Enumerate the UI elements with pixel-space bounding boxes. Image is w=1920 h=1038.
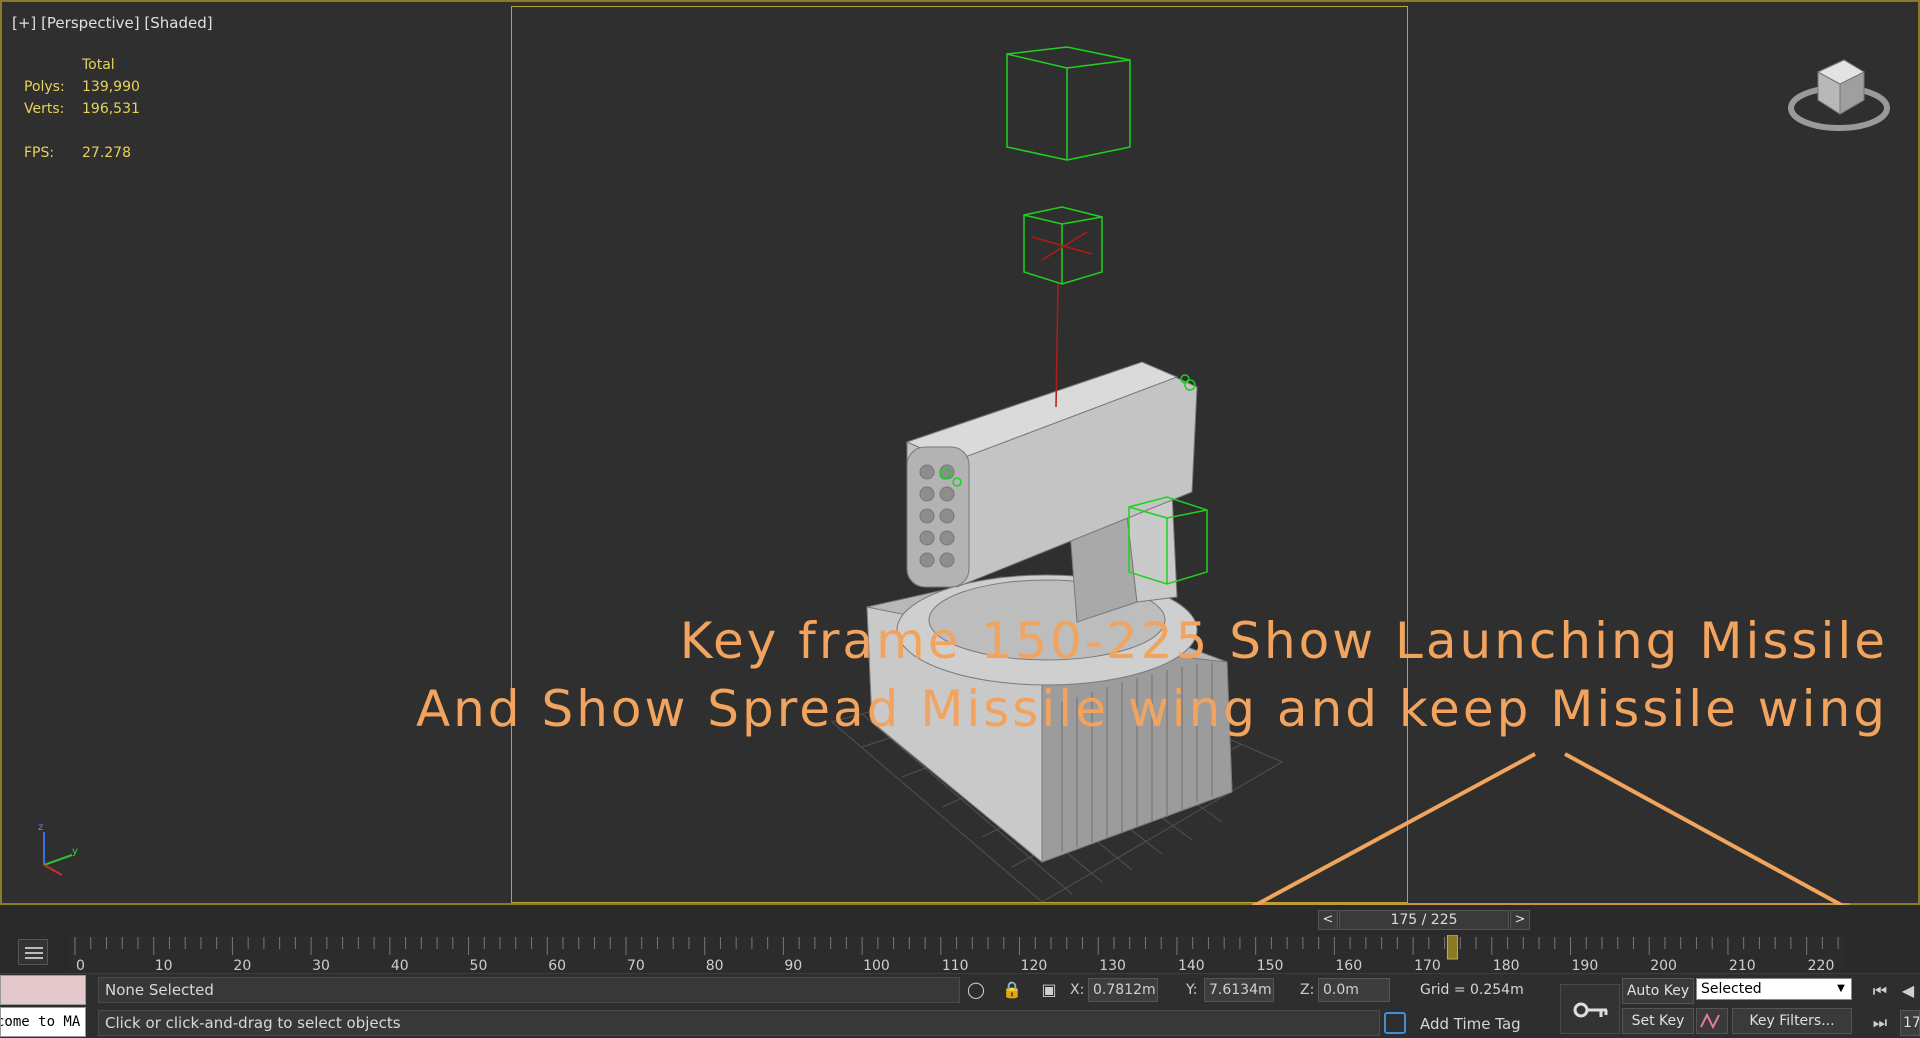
key-mode-select[interactable]: Selected ▼ (1696, 978, 1852, 1000)
ruler-label: 150 (1257, 958, 1284, 973)
frame-ruler[interactable]: 0 10 20 30 40 50 60 70 80 90 100 110 120 130 140 150 160… (0, 935, 1920, 973)
perspective-viewport[interactable]: [+] [Perspective] [Shaded] Total Polys: 1… (0, 0, 1920, 907)
set-key-icon[interactable] (1560, 984, 1620, 1034)
ruler-label: 20 (233, 958, 251, 973)
ruler-label: 190 (1572, 958, 1599, 973)
chevron-down-icon: ▼ (1837, 983, 1845, 994)
z-coord-field[interactable]: 0.0m (1318, 978, 1390, 1002)
ruler-label: 100 (863, 958, 890, 973)
time-slider[interactable]: < 175 / 225 > (0, 905, 1920, 935)
ruler-label: 170 (1414, 958, 1441, 973)
ruler-label: 60 (548, 958, 566, 973)
grid-size: Grid = 0.254m (1420, 982, 1524, 998)
z-coord-label: Z: (1300, 982, 1315, 998)
maxscript-listener-output[interactable] (0, 975, 86, 1005)
ruler-label: 120 (1021, 958, 1048, 973)
time-slider-frame-display[interactable]: 175 / 225 (1339, 910, 1509, 930)
annotation-arrows (1251, 752, 1850, 907)
ruler-label: 0 (76, 958, 85, 973)
key-mode-toggle-icon[interactable]: ⏭ (1866, 1012, 1894, 1034)
isolate-selection-icon[interactable]: ◯ (964, 979, 988, 1001)
time-slider-prev-button[interactable]: < (1318, 910, 1338, 930)
add-time-tag-button[interactable]: Add Time Tag (1420, 1015, 1521, 1033)
lock-selection-icon[interactable]: 🔒 (1000, 979, 1024, 1001)
status-bar: come to MA None Selected Click or click-… (0, 973, 1920, 1038)
selection-status: None Selected (98, 977, 960, 1003)
prompt-line: Click or click-and-drag to select object… (98, 1010, 1380, 1036)
key-mode-value: Selected (1701, 981, 1762, 997)
axis-z-label: z (38, 822, 43, 833)
auto-key-button[interactable]: Auto Key (1622, 978, 1694, 1004)
viewcube-icon[interactable] (1784, 50, 1894, 140)
key-icon (1573, 1002, 1608, 1018)
x-coord-field[interactable]: 0.7812m (1088, 978, 1158, 1002)
ruler-label: 200 (1650, 958, 1677, 973)
ruler-label: 80 (706, 958, 724, 973)
previous-frame-icon[interactable]: ◀ (1896, 980, 1920, 1002)
annotation-line-1: Key frame 150-225 Show Launching Missile (679, 612, 1888, 670)
ruler-label: 140 (1178, 958, 1205, 973)
ruler-label: 210 (1729, 958, 1756, 973)
ruler-label: 40 (391, 958, 409, 973)
time-tag-icon[interactable] (1384, 1012, 1406, 1034)
curve-editor-icon[interactable] (1696, 1008, 1728, 1034)
annotation-line-2: And Show Spread Missile wing and keep Mi… (415, 680, 1888, 738)
current-frame-field[interactable]: 175 (1900, 1010, 1920, 1036)
ruler-label: 130 (1099, 958, 1126, 973)
ruler-label: 30 (312, 958, 330, 973)
ruler-label: 70 (627, 958, 645, 973)
ruler-label: 50 (470, 958, 488, 973)
ruler-label: 160 (1335, 958, 1362, 973)
axis-tripod-icon: z y (38, 822, 78, 876)
current-frame-marker[interactable] (1446, 935, 1458, 960)
ruler-label: 110 (942, 958, 969, 973)
scene-render[interactable] (2, 2, 1920, 907)
axis-y-label: y (72, 846, 78, 857)
maxscript-mini-listener[interactable]: come to MA (0, 1007, 86, 1037)
go-to-start-icon[interactable]: ⏮ (1866, 980, 1894, 1002)
curve-icon (1700, 1012, 1720, 1030)
ruler-label: 180 (1493, 958, 1520, 973)
absolute-mode-icon[interactable]: ▣ (1037, 979, 1061, 1001)
y-coord-label: Y: (1186, 982, 1198, 998)
x-coord-label: X: (1070, 982, 1085, 998)
ruler-label: 220 (1808, 958, 1835, 973)
track-bar[interactable]: 0 10 20 30 40 50 60 70 80 90 100 110 120 130 140 150 160… (0, 935, 1920, 973)
ruler-label: 90 (784, 958, 802, 973)
time-slider-next-button[interactable]: > (1510, 910, 1530, 930)
set-key-button[interactable]: Set Key (1622, 1008, 1694, 1034)
ruler-label: 10 (155, 958, 173, 973)
key-filters-button[interactable]: Key Filters... (1732, 1008, 1852, 1034)
y-coord-field[interactable]: 7.6134m (1204, 978, 1274, 1002)
